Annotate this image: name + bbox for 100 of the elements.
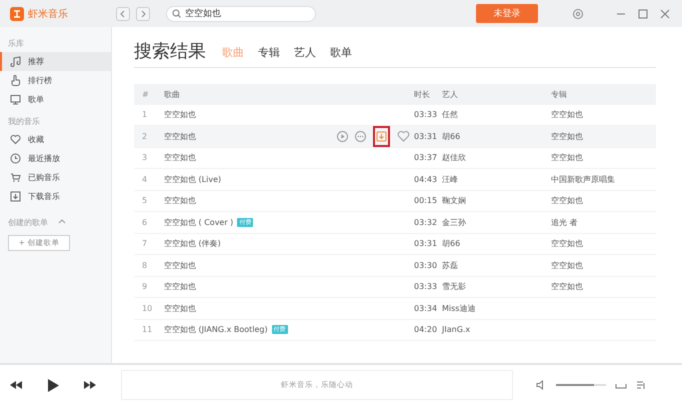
song-row[interactable]: 5 空空如也 00:15 鞠文娴 空空如也 <box>134 190 656 212</box>
song-row[interactable]: 4 空空如也 (Live) 04:43 汪峰 中国新歌声原唱集 <box>134 169 656 190</box>
sidebar-item[interactable]: 歌单 <box>0 90 111 109</box>
duration: 03:32 <box>414 218 438 227</box>
artist-name: 赵佳欣 <box>442 152 467 164</box>
sidebar-item[interactable]: 已购音乐 <box>0 168 111 187</box>
song-row[interactable]: 3 空空如也 03:37 赵佳欣 空空如也 <box>134 148 656 169</box>
album-name: 空空如也 <box>551 195 584 206</box>
song-title: 空空如也 <box>164 152 196 164</box>
row-number: 1 <box>141 110 148 120</box>
artist-name: 胡66 <box>442 238 462 250</box>
song-row[interactable]: 8 空空如也 03:30 苏磊 空空如也 <box>134 255 656 276</box>
sidebar-item[interactable]: 推荐 <box>0 52 111 71</box>
row-number: 9 <box>141 282 148 292</box>
album-name: 空空如也 <box>551 130 584 142</box>
artist-name: 金三孙 <box>442 216 467 228</box>
download-icon[interactable] <box>376 130 387 142</box>
song-title: 空空如也 <box>164 130 196 142</box>
settings-icon[interactable] <box>572 8 584 20</box>
song-title: 空空如也 (JIANG.x Bootleg) <box>164 324 268 336</box>
row-number: 11 <box>141 325 154 334</box>
tab[interactable]: 歌单 <box>328 45 354 60</box>
song-title: 空空如也 <box>164 302 196 314</box>
cart-icon <box>10 172 21 183</box>
artist-name: JIanG.x <box>442 325 472 334</box>
close-icon[interactable] <box>660 8 670 18</box>
sidebar-item[interactable]: 下载音乐 <box>0 187 111 206</box>
search-field[interactable]: 空空如也 <box>166 6 316 22</box>
previous-icon[interactable] <box>10 381 22 389</box>
duration: 00:15 <box>414 196 438 206</box>
page-title: 搜索结果 <box>134 40 206 63</box>
monitor-icon <box>10 94 21 105</box>
next-icon[interactable] <box>84 381 96 389</box>
sidebar-item[interactable]: 收藏 <box>0 130 111 149</box>
album-name: 中国新歌声原唱集 <box>551 174 616 185</box>
section-title: 我的音乐 <box>7 116 41 128</box>
sidebar-item[interactable]: 最近播放 <box>0 149 111 168</box>
song-title: 空空如也 <box>164 109 196 120</box>
album-name: 空空如也 <box>551 238 584 250</box>
album-name: 空空如也 <box>551 281 584 292</box>
back-button[interactable] <box>116 6 130 20</box>
duration: 03:33 <box>414 282 438 292</box>
row-number: 5 <box>141 196 148 206</box>
artist-name: Miss迪迪 <box>442 302 476 314</box>
more-icon[interactable] <box>355 130 366 142</box>
clock-icon <box>10 153 21 164</box>
row-number: 6 <box>141 218 148 227</box>
row-number: 7 <box>141 239 148 248</box>
album-name: 空空如也 <box>551 109 584 120</box>
artist-name: 汪峰 <box>442 174 459 185</box>
playlist-icon[interactable] <box>636 380 646 390</box>
duration: 04:20 <box>414 325 438 334</box>
section-title: 创建的歌单 <box>7 217 49 229</box>
row-number: 2 <box>141 132 148 141</box>
song-title: 空空如也 ( Cover ) <box>164 216 234 228</box>
row-number: 3 <box>141 153 148 162</box>
column-header: 时长 <box>414 88 431 100</box>
chevron-left-icon <box>119 10 127 18</box>
column-header: 歌曲 <box>164 88 181 100</box>
artist-name: 雪无影 <box>442 281 467 292</box>
duration: 03:37 <box>414 153 438 162</box>
song-row[interactable]: 9 空空如也 03:33 雪无影 空空如也 <box>134 276 656 298</box>
song-row[interactable]: 10 空空如也 03:34 Miss迪迪 <box>134 298 656 320</box>
tab[interactable]: 专辑 <box>256 45 282 60</box>
artist-name: 鞠文娴 <box>442 195 467 206</box>
artist-name: 任然 <box>442 109 459 120</box>
section-title: 乐库 <box>7 38 25 50</box>
row-number: 10 <box>141 304 154 313</box>
duration: 03:33 <box>414 110 438 120</box>
sidebar-item[interactable]: 排行榜 <box>0 71 111 90</box>
tab[interactable]: 艺人 <box>292 45 318 60</box>
song-row[interactable]: 2 空空如也 03:31 胡66 空空如也 <box>134 126 656 148</box>
album-name: 空空如也 <box>551 152 584 164</box>
forward-button[interactable] <box>136 6 150 20</box>
download-icon <box>10 191 21 202</box>
song-title: 空空如也 (Live) <box>164 174 222 185</box>
song-row[interactable]: 7 空空如也 (伴奏) 03:31 胡66 空空如也 <box>134 234 656 255</box>
duration: 03:30 <box>414 260 438 270</box>
music-note-icon <box>10 56 21 67</box>
play-icon[interactable] <box>47 378 59 392</box>
duration: 04:43 <box>414 174 438 184</box>
song-title: 空空如也 (伴奏) <box>164 238 221 250</box>
app-logo-icon <box>10 6 24 20</box>
column-header: # <box>141 90 150 99</box>
song-title: 空空如也 <box>164 281 196 292</box>
column-header: 艺人 <box>442 88 459 100</box>
caret-icon[interactable] <box>58 218 66 224</box>
column-header: 专辑 <box>551 88 568 100</box>
heart-icon <box>10 134 21 145</box>
song-title: 空空如也 <box>164 260 196 271</box>
heart-icon[interactable] <box>397 130 410 142</box>
artist-name: 苏磊 <box>442 260 459 271</box>
album-name: 追光 者 <box>551 216 579 228</box>
search-icon <box>172 9 181 18</box>
maximize-icon[interactable] <box>638 8 648 18</box>
hand-icon <box>10 75 21 86</box>
row-number: 4 <box>141 174 148 184</box>
song-title: 空空如也 <box>164 195 196 206</box>
artist-name: 胡66 <box>442 130 462 142</box>
app-name: 虾米音乐 <box>28 8 68 20</box>
